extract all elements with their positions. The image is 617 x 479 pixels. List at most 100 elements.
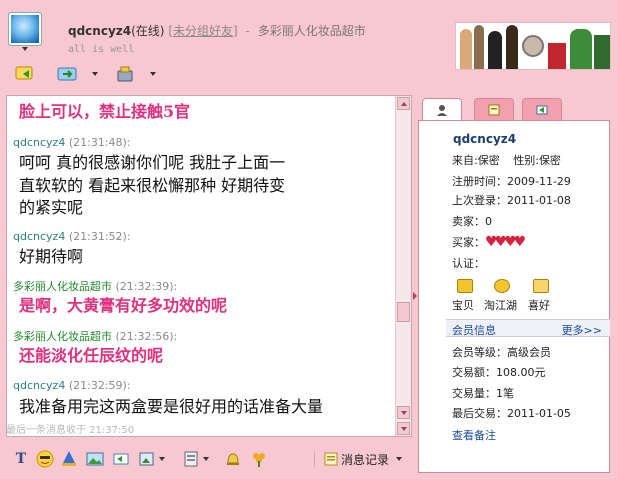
- font-icon[interactable]: T: [12, 450, 30, 468]
- online-status: (在线): [131, 24, 165, 38]
- count-value: 1笔: [496, 387, 514, 400]
- contact-title: qdcncyz4(在线) [未分组好友] - 多彩丽人化妆品超市: [68, 22, 366, 39]
- profile-from-gender: 来自:保密 性别:保密: [452, 152, 561, 168]
- message-history-button[interactable]: 消息记录: [324, 450, 403, 468]
- magic-icon[interactable]: [60, 450, 78, 468]
- history-icon: [324, 452, 338, 466]
- flower-icon[interactable]: [250, 450, 268, 468]
- from-value: 保密: [477, 154, 500, 167]
- tab-transfer[interactable]: [522, 98, 562, 120]
- trade-amount: 交易额：108.00元: [452, 364, 546, 380]
- reply-phrase-icon[interactable]: [112, 450, 130, 468]
- sender-name: 多彩丽人化妆品超市: [13, 280, 112, 293]
- contact-avatar[interactable]: [8, 12, 42, 46]
- chat-history-panel[interactable]: 脸上可以，禁止接触5官 qdcncyz4 (21:31:48): 呵呵 真的很感…: [6, 95, 412, 437]
- transfer-file-icon[interactable]: [182, 450, 200, 468]
- profile-seller-rating: 卖家：0: [452, 213, 492, 229]
- history-dropdown-icon[interactable]: [396, 457, 403, 461]
- scroll-up-button[interactable]: [397, 97, 410, 110]
- likes-icon[interactable]: [533, 279, 549, 293]
- member-info-header: 会员信息 更多>>: [446, 319, 610, 337]
- transfer-dropdown-icon[interactable]: [203, 457, 209, 461]
- profile-name: qdcncyz4: [453, 132, 517, 146]
- profile-verification: 认证：: [452, 255, 485, 271]
- emoji-icon[interactable]: [36, 450, 54, 468]
- count-label: 交易量：: [452, 387, 496, 400]
- group-link[interactable]: [未分组好友]: [168, 24, 237, 38]
- message-text: 的紧实呢: [19, 198, 84, 217]
- reply-icon[interactable]: [14, 64, 38, 84]
- member-level: 会员等级：高级会员: [452, 344, 551, 360]
- scroll-thumb[interactable]: [397, 302, 410, 322]
- contact-signature: all is well: [68, 44, 135, 55]
- profile-register-date: 注册时间：2009-11-29: [452, 173, 571, 189]
- tools-icon[interactable]: [114, 64, 138, 84]
- reg-value: 2009-11-29: [507, 175, 571, 188]
- message-text: 呵呵 真的很感谢你们呢 我肚子上面一: [19, 153, 286, 172]
- transfer-tab-icon: [536, 105, 548, 114]
- amount-label: 交易额：: [452, 366, 496, 379]
- bell-icon[interactable]: [224, 450, 242, 468]
- profile-tab-icon: [437, 105, 447, 116]
- feature-likes[interactable]: 喜好: [528, 297, 550, 313]
- gender-value: 保密: [538, 154, 561, 167]
- message-header: 多彩丽人化妆品超市 (21:32:39):: [13, 278, 177, 294]
- message-time: (21:32:56):: [115, 330, 178, 343]
- sender-name: qdcncyz4: [13, 230, 66, 243]
- seller-label: 卖家：: [452, 215, 485, 228]
- message-text: 好期待啊: [19, 247, 84, 266]
- note-tab-icon: [488, 104, 500, 115]
- chat-scrollbar[interactable]: [395, 96, 411, 436]
- buyer-label: 买家：: [452, 236, 485, 249]
- message-text: 还能淡化任辰纹的呢: [19, 346, 164, 365]
- message-time: (21:32:39):: [115, 280, 178, 293]
- input-toolbar: T 消息记录: [6, 447, 412, 471]
- toolbar-divider: [314, 451, 315, 467]
- tab-profile[interactable]: [422, 98, 462, 121]
- message-header: qdcncyz4 (21:31:52):: [13, 230, 131, 243]
- collapse-arrow-icon[interactable]: [413, 292, 417, 300]
- member-info-title: 会员信息: [452, 324, 496, 337]
- message-text: 直软软的 看起来很松懈那种 好期待变: [19, 176, 286, 195]
- last-trade-value: 2011-01-05: [507, 407, 571, 420]
- scroll-end-button[interactable]: [397, 422, 410, 435]
- reg-label: 注册时间：: [452, 175, 507, 188]
- feature-jianghu[interactable]: 淘江湖: [484, 297, 517, 313]
- message-time: (21:31:52):: [68, 230, 131, 243]
- from-label: 来自:: [452, 154, 478, 167]
- screenshot-dropdown-icon[interactable]: [159, 457, 165, 461]
- screenshot-icon[interactable]: [138, 450, 156, 468]
- items-icon[interactable]: [457, 279, 473, 293]
- scroll-down-button[interactable]: [397, 406, 410, 419]
- message-text: 我准备用完这两盒要是很好用的话准备大量: [19, 397, 324, 416]
- sender-name: qdcncyz4: [13, 136, 66, 149]
- seller-value: 0: [485, 215, 492, 228]
- sender-name: 多彩丽人化妆品超市: [13, 330, 112, 343]
- message-text: 脸上可以，禁止接触5官: [19, 102, 191, 121]
- message-header: qdcncyz4 (21:32:59):: [13, 379, 131, 392]
- jianghu-icon[interactable]: [494, 279, 510, 293]
- image-icon[interactable]: [86, 450, 104, 468]
- history-label: 消息记录: [341, 452, 390, 467]
- feature-items[interactable]: 宝贝: [452, 297, 474, 313]
- message-time: (21:31:48):: [68, 136, 131, 149]
- level-label: 会员等级：: [452, 346, 507, 359]
- transfer-dropdown-icon[interactable]: [92, 72, 98, 76]
- tools-dropdown-icon[interactable]: [150, 72, 156, 76]
- tab-notes[interactable]: [474, 98, 514, 120]
- view-notes-link[interactable]: 查看备注: [452, 427, 496, 443]
- last-message-note: 最后一条消息收于 21:37:50: [6, 425, 135, 436]
- login-label: 上次登录：: [452, 194, 507, 207]
- member-more-link[interactable]: 更多>>: [562, 322, 602, 338]
- login-value: 2011-01-08: [507, 194, 571, 207]
- shop-banner-image[interactable]: [455, 22, 611, 70]
- gender-label: 性别:: [513, 154, 539, 167]
- amount-value: 108.00元: [496, 366, 546, 379]
- shop-name: 多彩丽人化妆品超市: [257, 24, 366, 38]
- message-header: 多彩丽人化妆品超市 (21:32:56):: [13, 328, 177, 344]
- level-value: 高级会员: [507, 346, 551, 359]
- trade-count: 交易量：1笔: [452, 385, 514, 401]
- transfer-icon[interactable]: [56, 64, 80, 84]
- message-header: qdcncyz4 (21:31:48):: [13, 136, 131, 149]
- avatar-dropdown-icon[interactable]: [22, 47, 28, 51]
